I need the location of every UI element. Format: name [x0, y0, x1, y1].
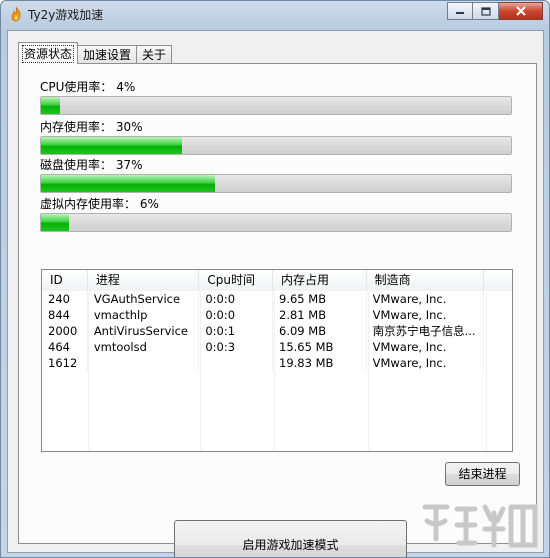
cell-manufacturer: VMware, Inc.: [367, 339, 485, 355]
tab-label: 加速设置: [83, 48, 132, 62]
cell-process: AntiVirusService: [88, 323, 200, 339]
column-header-filler: [484, 270, 512, 291]
end-process-button[interactable]: 结束进程: [445, 462, 520, 486]
caption-buttons: [447, 2, 543, 20]
app-window: Ty2y游戏加速 资源状态 加速设置 关于 CPU使用率： 4% 内存使用率： …: [0, 0, 550, 558]
tab-label: 关于: [142, 48, 167, 62]
cell-process: vmtoolsd: [88, 339, 200, 355]
cell-id: 1612: [42, 355, 88, 371]
title-bar[interactable]: Ty2y游戏加速: [1, 1, 549, 27]
tab-label: 资源状态: [21, 45, 75, 63]
cell-manufacturer: 南京苏宁电子信息...: [367, 323, 485, 339]
cpu-usage-bar: [40, 96, 512, 115]
cell-id: 240: [42, 291, 88, 307]
tab-about[interactable]: 关于: [136, 45, 173, 64]
cell-process: [88, 355, 200, 371]
cell-filler: [484, 291, 512, 307]
process-list[interactable]: ID 进程 Cpu时间 内存占用 制造商 240 VGAuthService 0:0…: [41, 269, 513, 452]
cpu-usage-label: CPU使用率： 4%: [40, 80, 136, 94]
cell-memory: 9.65 MB: [273, 291, 367, 307]
memory-usage-fill: [41, 137, 182, 154]
window-title: Ty2y游戏加速: [28, 8, 104, 22]
cell-memory: 2.81 MB: [273, 307, 367, 323]
process-row[interactable]: 464 vmtoolsd 0:0:3 15.65 MB VMware, Inc.: [42, 339, 512, 355]
cell-process: vmacthlp: [88, 307, 200, 323]
cell-process: VGAuthService: [88, 291, 200, 307]
cell-cpu-time: [199, 355, 274, 371]
tab-strip: 资源状态 加速设置 关于: [18, 42, 173, 64]
disk-usage-label: 磁盘使用率： 37%: [40, 158, 143, 172]
cell-filler: [484, 355, 512, 371]
cell-cpu-time: 0:0:1: [199, 323, 274, 339]
cell-manufacturer: VMware, Inc.: [367, 307, 485, 323]
flame-icon: [11, 6, 21, 22]
cell-memory: 19.83 MB: [273, 355, 367, 371]
column-header-manufacturer[interactable]: 制造商: [366, 270, 485, 291]
process-row[interactable]: 2000 AntiVirusService 0:0:1 6.09 MB 南京苏宁电子信息…: [42, 323, 512, 339]
cell-memory: 15.65 MB: [273, 339, 367, 355]
minimize-button[interactable]: [447, 2, 473, 20]
maximize-button[interactable]: [473, 2, 499, 20]
close-button[interactable]: [499, 2, 543, 20]
cell-id: 844: [42, 307, 88, 323]
cell-memory: 6.09 MB: [273, 323, 367, 339]
cell-cpu-time: 0:0:0: [199, 307, 274, 323]
column-header-process[interactable]: 进程: [87, 270, 200, 291]
resource-status-panel: CPU使用率： 4% 内存使用率： 30% 磁盘使用率： 37% 虚拟内存使用率…: [18, 63, 537, 557]
maximize-icon: [480, 6, 491, 16]
cell-manufacturer: VMware, Inc.: [367, 291, 485, 307]
memory-usage-label: 内存使用率： 30%: [40, 120, 143, 134]
process-row[interactable]: 1612 19.83 MB VMware, Inc.: [42, 355, 512, 371]
tab-resource-status[interactable]: 资源状态: [18, 42, 79, 64]
disk-usage-bar: [40, 174, 512, 193]
column-header-id[interactable]: ID: [42, 270, 88, 291]
cell-cpu-time: 0:0:3: [199, 339, 274, 355]
cell-filler: [484, 307, 512, 323]
virtual-memory-usage-fill: [41, 214, 70, 231]
cpu-usage-fill: [41, 97, 60, 114]
process-list-body: 240 VGAuthService 0:0:0 9.65 MB VMware, Inc.…: [42, 291, 512, 371]
close-icon: [515, 6, 526, 16]
cell-filler: [484, 323, 512, 339]
cell-id: 464: [42, 339, 88, 355]
cell-cpu-time: 0:0:0: [199, 291, 274, 307]
virtual-memory-usage-label: 虚拟内存使用率： 6%: [40, 197, 159, 211]
client-area: 资源状态 加速设置 关于 CPU使用率： 4% 内存使用率： 30% 磁盘使用率…: [7, 30, 544, 557]
cell-filler: [484, 339, 512, 355]
tab-acceleration-settings[interactable]: 加速设置: [77, 45, 138, 64]
virtual-memory-usage-bar: [40, 213, 512, 232]
process-list-header: ID 进程 Cpu时间 内存占用 制造商: [42, 270, 512, 291]
disk-usage-fill: [41, 175, 215, 192]
process-row[interactable]: 240 VGAuthService 0:0:0 9.65 MB VMware, Inc.: [42, 291, 512, 307]
minimize-icon: [456, 12, 464, 14]
enable-game-boost-button[interactable]: 启用游戏加速模式: [174, 520, 407, 557]
process-row[interactable]: 844 vmacthlp 0:0:0 2.81 MB VMware, Inc.: [42, 307, 512, 323]
memory-usage-bar: [40, 136, 512, 155]
cell-manufacturer: VMware, Inc.: [367, 355, 485, 371]
column-header-cpu-time[interactable]: Cpu时间: [199, 270, 274, 291]
column-header-memory[interactable]: 内存占用: [273, 270, 367, 291]
cell-id: 2000: [42, 323, 88, 339]
